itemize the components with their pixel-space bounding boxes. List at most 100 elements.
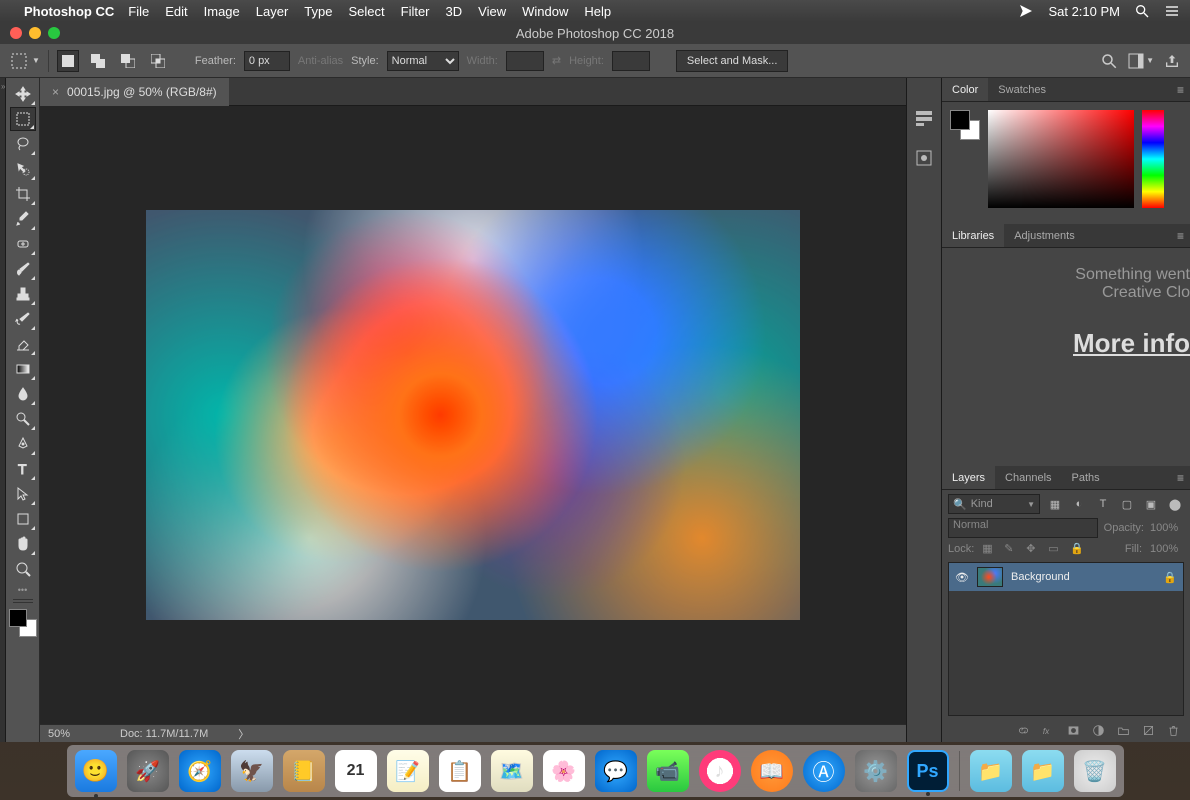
eyedropper-tool[interactable]	[10, 207, 36, 231]
menu-filter[interactable]: Filter	[401, 4, 430, 19]
tab-libraries[interactable]: Libraries	[942, 224, 1004, 247]
layer-visibility-icon[interactable]: 👁	[955, 571, 969, 584]
share-icon[interactable]	[1164, 53, 1180, 69]
adjustment-layer-icon[interactable]	[1092, 724, 1105, 737]
lasso-tool[interactable]	[10, 132, 36, 156]
dock-reminders[interactable]: 📋	[439, 750, 481, 792]
color-panel-menu-icon[interactable]: ≡	[1177, 83, 1184, 97]
dock-notes[interactable]: 📝	[387, 750, 429, 792]
libraries-more-link[interactable]: More info	[942, 328, 1190, 359]
quick-select-tool[interactable]	[10, 157, 36, 181]
color-field[interactable]	[988, 110, 1134, 208]
dock-itunes[interactable]: ♪	[699, 750, 741, 792]
status-chevron-icon[interactable]: 〉	[238, 726, 249, 742]
dock-photoshop[interactable]: Ps	[907, 750, 949, 792]
tool-preset-picker[interactable]: ▼	[10, 52, 40, 70]
dock-launchpad[interactable]: 🚀	[127, 750, 169, 792]
group-layers-icon[interactable]	[1117, 724, 1130, 737]
layers-panel-menu-icon[interactable]: ≡	[1177, 471, 1184, 485]
menu-type[interactable]: Type	[304, 4, 332, 19]
dock-folder-2[interactable]: 📁	[1022, 750, 1064, 792]
color-fg-bg[interactable]	[950, 110, 980, 140]
lock-all-icon[interactable]: 🔒	[1070, 542, 1084, 556]
menu-edit[interactable]: Edit	[165, 4, 187, 19]
link-layers-icon[interactable]	[1017, 724, 1030, 737]
menubar-clock[interactable]: Sat 2:10 PM	[1048, 4, 1120, 19]
layer-fx-icon[interactable]: fx	[1042, 724, 1055, 737]
history-brush-tool[interactable]	[10, 307, 36, 331]
dock-trash[interactable]: 🗑️	[1074, 750, 1116, 792]
healing-tool[interactable]	[10, 232, 36, 256]
blur-tool[interactable]	[10, 382, 36, 406]
layer-name[interactable]: Background	[1011, 571, 1070, 583]
feather-input[interactable]	[244, 51, 290, 71]
document-tab[interactable]: × 00015.jpg @ 50% (RGB/8#)	[40, 78, 229, 106]
color-swatches[interactable]	[9, 609, 37, 637]
selection-subtract-button[interactable]	[117, 50, 139, 72]
dock-mail[interactable]: 🦅	[231, 750, 273, 792]
dock-sysprefs[interactable]: ⚙️	[855, 750, 897, 792]
tab-paths[interactable]: Paths	[1062, 466, 1110, 489]
spotlight-alt-icon[interactable]	[1018, 3, 1034, 19]
menu-view[interactable]: View	[478, 4, 506, 19]
history-panel-icon[interactable]	[914, 108, 934, 128]
brush-tool[interactable]	[10, 257, 36, 281]
selection-add-button[interactable]	[87, 50, 109, 72]
dock-folder-1[interactable]: 📁	[970, 750, 1012, 792]
layer-lock-icon[interactable]: 🔒	[1163, 571, 1177, 584]
tab-layers[interactable]: Layers	[942, 466, 995, 489]
tab-adjustments[interactable]: Adjustments	[1004, 224, 1085, 247]
dock-safari[interactable]: 🧭	[179, 750, 221, 792]
lock-position-icon[interactable]: ✥	[1026, 542, 1040, 556]
layer-item[interactable]: 👁 Background 🔒	[949, 563, 1183, 591]
close-tab-icon[interactable]: ×	[52, 85, 59, 99]
dock-facetime[interactable]: 📹	[647, 750, 689, 792]
move-tool[interactable]	[10, 82, 36, 106]
hue-slider[interactable]	[1142, 110, 1164, 208]
new-layer-icon[interactable]	[1142, 724, 1155, 737]
filter-type-icon[interactable]: T	[1094, 495, 1112, 513]
marquee-tool[interactable]	[10, 107, 36, 131]
shape-tool[interactable]	[10, 507, 36, 531]
dodge-tool[interactable]	[10, 407, 36, 431]
window-minimize-button[interactable]	[29, 27, 41, 39]
tab-channels[interactable]: Channels	[995, 466, 1061, 489]
filter-pixel-icon[interactable]: ▦	[1046, 495, 1064, 513]
crop-tool[interactable]	[10, 182, 36, 206]
layer-filter-kind[interactable]: 🔍 Kind▼	[948, 494, 1040, 514]
style-select[interactable]: Normal	[387, 51, 459, 71]
dock-finder[interactable]: 🙂	[75, 750, 117, 792]
select-and-mask-button[interactable]: Select and Mask...	[676, 50, 789, 72]
window-maximize-button[interactable]	[48, 27, 60, 39]
dock-photos[interactable]: 🌸	[543, 750, 585, 792]
menu-icon[interactable]	[1164, 3, 1180, 19]
type-tool[interactable]: T	[10, 457, 36, 481]
selection-new-button[interactable]	[57, 50, 79, 72]
filter-adjust-icon[interactable]: ◐	[1070, 495, 1088, 513]
fill-value[interactable]: 100%	[1150, 543, 1184, 555]
selection-intersect-button[interactable]	[147, 50, 169, 72]
libraries-panel-menu-icon[interactable]: ≡	[1177, 229, 1184, 243]
layer-mask-icon[interactable]	[1067, 724, 1080, 737]
tab-color[interactable]: Color	[942, 78, 988, 101]
tab-swatches[interactable]: Swatches	[988, 78, 1056, 101]
eraser-tool[interactable]	[10, 332, 36, 356]
menu-window[interactable]: Window	[522, 4, 568, 19]
hand-tool[interactable]	[10, 532, 36, 556]
dock-appstore[interactable]: Ⓐ	[803, 750, 845, 792]
dock-calendar[interactable]: 21	[335, 750, 377, 792]
lock-artboard-icon[interactable]: ▭	[1048, 542, 1062, 556]
menu-help[interactable]: Help	[584, 4, 611, 19]
dock-maps[interactable]: 🗺️	[491, 750, 533, 792]
opacity-value[interactable]: 100%	[1150, 522, 1184, 534]
filter-shape-icon[interactable]: ▢	[1118, 495, 1136, 513]
menu-image[interactable]: Image	[204, 4, 240, 19]
menu-file[interactable]: File	[128, 4, 149, 19]
filter-smart-icon[interactable]: ▣	[1142, 495, 1160, 513]
stamp-tool[interactable]	[10, 282, 36, 306]
lock-pixels-icon[interactable]: ▦	[982, 542, 996, 556]
edit-toolbar-icon[interactable]: •••	[18, 585, 27, 595]
gradient-tool[interactable]	[10, 357, 36, 381]
dock-ibooks[interactable]: 📖	[751, 750, 793, 792]
lock-brush-icon[interactable]: ✎	[1004, 542, 1018, 556]
